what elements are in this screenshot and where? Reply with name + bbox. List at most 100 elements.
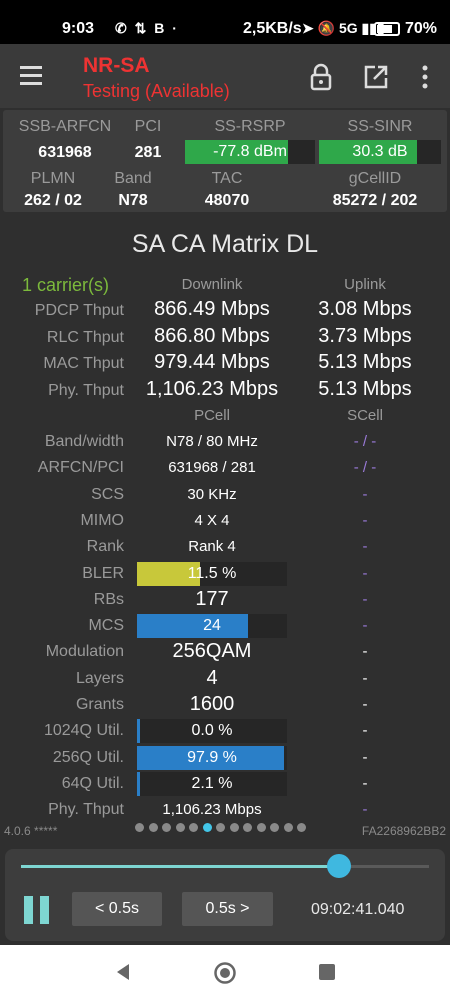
status-right-icons: ➤ 🔕 5G ▮▮▮ <box>302 20 385 36</box>
pcell-value: Rank 4 <box>188 538 236 556</box>
scell-value: - <box>362 669 368 687</box>
header-tac: TAC <box>211 170 243 187</box>
header-ss-sinr: SS-SINR <box>347 118 413 135</box>
page-dot[interactable] <box>148 823 158 832</box>
page-dot[interactable] <box>175 823 185 832</box>
pcell-bar: 11.5 % <box>137 561 287 586</box>
system-nav-bar <box>0 945 450 999</box>
header-gcellid: gCellID <box>348 170 402 187</box>
matrix-row-label: Grants <box>75 696 124 713</box>
matrix-row-label: 256Q Util. <box>52 748 124 766</box>
recents-icon[interactable] <box>318 963 336 981</box>
page-dot[interactable] <box>283 823 293 832</box>
pcell-value: 97.9 % <box>187 748 237 766</box>
throughput-label: PDCP Thput <box>34 302 124 319</box>
tac-value: 48070 <box>204 192 250 209</box>
scell-value: - <box>362 538 368 556</box>
scell-value: - <box>362 643 368 661</box>
page-dot[interactable] <box>270 823 279 832</box>
pcell-value: 0.0 % <box>191 722 233 740</box>
scell-value: - <box>362 801 368 819</box>
matrix-row-label: RBs <box>93 590 124 608</box>
pcell-value: 2.1 % <box>191 774 233 792</box>
open-external-icon[interactable] <box>361 62 391 92</box>
pcell-bar: 24 <box>137 614 287 639</box>
scell-value: - <box>362 748 368 766</box>
page-dot[interactable] <box>202 823 212 832</box>
more-vert-icon[interactable] <box>410 62 440 92</box>
battery-icon <box>374 22 400 36</box>
playback-slider[interactable] <box>21 865 429 868</box>
page-dot[interactable] <box>229 823 239 832</box>
ss-rsrp-meter: -77.8 dBm <box>185 140 315 164</box>
matrix-row-label: Rank <box>86 538 124 556</box>
throughput-label: MAC Thput <box>43 355 124 372</box>
pcell-value: 4 X 4 <box>194 511 230 529</box>
lock-icon[interactable] <box>306 62 336 92</box>
pcell-value: 24 <box>203 617 221 635</box>
throughput-label: RLC Thput <box>46 328 124 346</box>
pause-icon[interactable] <box>24 896 52 924</box>
header-pcell: PCell <box>194 407 230 424</box>
header-downlink: Downlink <box>181 276 243 293</box>
carrier-count: 1 carrier(s) <box>22 275 110 295</box>
uplink-value: 5.13 Mbps <box>318 351 412 373</box>
scell-value: - <box>362 485 368 503</box>
matrix-row-label: 1024Q Util. <box>43 722 124 740</box>
downlink-value: 866.49 Mbps <box>154 298 270 320</box>
pcell-bar: 0.0 % <box>137 719 287 744</box>
toolbar-subtitle: Testing (Available) <box>83 81 230 101</box>
scell-value: - / - <box>353 459 377 477</box>
header-plmn: PLMN <box>30 170 76 187</box>
page-dot[interactable] <box>216 823 225 832</box>
home-icon[interactable] <box>213 961 237 985</box>
page-dot[interactable] <box>243 823 252 832</box>
playback-slider-thumb[interactable] <box>327 854 352 878</box>
matrix-row-label: MIMO <box>80 511 124 529</box>
matrix-row-label: Band/width <box>44 433 124 450</box>
header-pci: PCI <box>134 118 162 135</box>
pcell-value: 256QAM <box>172 640 252 663</box>
scell-value: - / - <box>353 433 377 450</box>
ss-rsrp-value: -77.8 dBm <box>213 143 287 160</box>
pcell-bar: 2.1 % <box>137 771 287 796</box>
status-time: 9:03 <box>62 20 95 37</box>
ssb-arfcn-value: 631968 <box>38 144 92 161</box>
step-forward-button[interactable]: 0.5s > <box>182 892 273 926</box>
header-scell: SCell <box>347 407 383 424</box>
step-back-button[interactable]: < 0.5s <box>72 892 162 926</box>
matrix-row-label: BLER <box>82 564 124 582</box>
page-dot[interactable] <box>135 823 144 832</box>
app-version: 4.0.6 ***** <box>4 824 58 838</box>
back-icon[interactable] <box>113 962 133 982</box>
page-dot[interactable] <box>189 823 198 832</box>
scell-value: - <box>362 564 368 582</box>
page-dot[interactable] <box>162 823 171 832</box>
playback-slider-fill <box>21 865 340 868</box>
matrix-row-label: Modulation <box>45 643 124 661</box>
band-value: N78 <box>118 192 148 209</box>
pcell-bar: 97.9 % <box>137 745 287 770</box>
uplink-value: 3.08 Mbps <box>318 298 412 320</box>
matrix-title: SA CA Matrix DL <box>131 230 319 258</box>
pci-value: 281 <box>134 144 162 161</box>
status-network-speed: 2,5KB/s <box>243 20 302 37</box>
header-ssb-arfcn: SSB-ARFCN <box>18 118 112 135</box>
pcell-value: 177 <box>195 587 229 610</box>
page-dot[interactable] <box>256 823 266 832</box>
matrix-row-label: Layers <box>75 669 124 687</box>
pcell-value: 631968 / 281 <box>168 459 256 477</box>
header-ss-rsrp: SS-RSRP <box>214 118 286 135</box>
pcell-value: 30 KHz <box>187 485 237 503</box>
playback-panel: < 0.5s 0.5s > 09:02:41.040 <box>5 849 445 941</box>
pcell-value: 4 <box>206 666 218 689</box>
menu-icon[interactable] <box>20 66 44 86</box>
toolbar-title: NR-SA <box>83 54 150 77</box>
header-band: Band <box>114 170 152 187</box>
downlink-value: 979.44 Mbps <box>154 351 270 373</box>
uplink-value: 5.13 Mbps <box>318 377 412 400</box>
page-dot[interactable] <box>297 823 306 832</box>
matrix-row-label: Phy. Thput <box>48 801 124 819</box>
pcell-value: 1600 <box>189 693 235 715</box>
scell-value: - <box>362 617 368 635</box>
